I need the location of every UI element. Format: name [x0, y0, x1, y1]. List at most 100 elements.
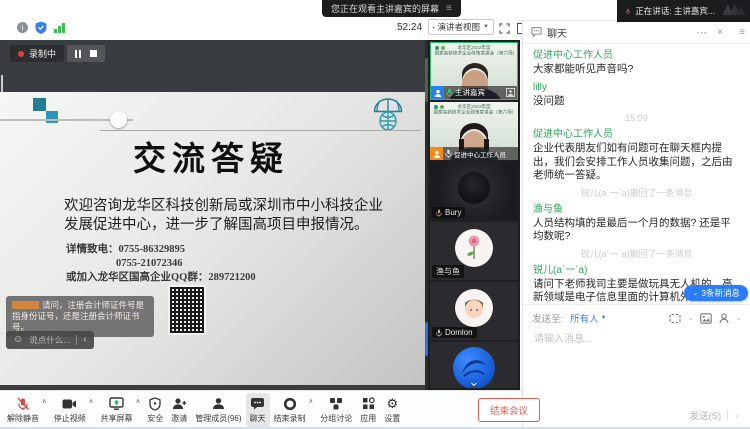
chat-compose-area: 发送至: 所有人 ▼ ⌄ ⌄	[523, 304, 750, 346]
scroll-more-chevron-icon[interactable]: ⌄	[469, 374, 480, 390]
watching-screen-banner: 您正在观看主讲嘉宾的屏幕 ≡	[322, 0, 461, 17]
slide-body-line: 发展促进中心，进一步了解国高项目申报情况。	[64, 216, 409, 235]
chevron-down-icon[interactable]: ⌄	[734, 411, 740, 419]
chevron-down-icon[interactable]: ⌄	[736, 315, 741, 322]
stop-video-button[interactable]: 停止视频	[50, 393, 90, 427]
chat-bubble-icon	[531, 27, 542, 37]
chat-icon	[250, 397, 265, 411]
stop-recording-button-toolbar[interactable]: 结束录制	[270, 393, 310, 427]
security-shield-icon	[149, 397, 161, 411]
mention-person-icon[interactable]	[719, 313, 729, 324]
participant-name: 渔与鱼	[436, 266, 460, 277]
slide-body: 欢迎咨询龙华区科技创新局或深圳市中小科技企业 发展促进中心，进一步了解国高项目申…	[64, 197, 409, 235]
video-tile-speaker[interactable]: 龙华区2022年度国家高新技术企业政策宣讲会（第六场） 主讲嘉宾	[430, 42, 518, 100]
security-button[interactable]: 安全	[143, 393, 167, 427]
speaking-mic-icon	[626, 6, 630, 17]
message-sender: 渔与鱼	[533, 204, 740, 216]
speaking-status-bar: 正在讲话: 主讲嘉宾...	[617, 0, 750, 22]
caption-sender-redacted	[12, 301, 39, 309]
mic-icon	[436, 329, 442, 337]
contact-phone-line2: 0755-21072346	[66, 257, 256, 271]
host-role-icon	[431, 86, 444, 99]
send-button-group[interactable]: 发送(S) ⌄	[689, 408, 740, 422]
close-icon[interactable]: ×	[717, 27, 723, 38]
share-screen-button[interactable]: 共享屏幕	[97, 393, 137, 427]
speaker-view-icon	[433, 23, 435, 32]
message-sender: 促进中心工作人员	[533, 129, 740, 141]
chevron-down-icon: ▼	[601, 315, 607, 321]
mic-icon	[436, 209, 442, 217]
slide-rule-line	[100, 130, 421, 131]
emoji-icon[interactable]: ☺	[13, 335, 23, 345]
divider	[76, 335, 77, 345]
screen-share-area: 录制中	[0, 40, 425, 390]
participant-name: Bury	[445, 208, 461, 217]
info-icon[interactable]: i	[17, 22, 28, 33]
breakout-rooms-button[interactable]: 分组讨论	[316, 393, 356, 427]
send-to-selector[interactable]: 所有人	[570, 311, 599, 325]
shield-health-icon[interactable]	[35, 21, 47, 39]
speaking-status-text: 正在讲话: 主讲嘉宾...	[635, 5, 715, 17]
stop-recording-button[interactable]	[90, 50, 97, 57]
meeting-toolbar: 解除静音 ∧ 停止视频 ∧ 共享屏幕 ∧ 安全 邀请	[0, 390, 522, 429]
participant-name: Domlon	[445, 328, 473, 337]
slide-body-line: 欢迎咨询龙华区科技创新局或深圳市中小科技企业	[64, 197, 409, 216]
image-icon[interactable]	[700, 313, 712, 324]
settings-button[interactable]: ⚙ 设置	[380, 393, 404, 427]
send-button-label[interactable]: 发送(S)	[689, 408, 721, 422]
video-tile-yuyuyu[interactable]: 渔与鱼	[430, 222, 518, 280]
chevron-down-icon: ⌄	[692, 289, 698, 297]
more-options-icon[interactable]: ⋯	[696, 26, 708, 39]
dark-avatar	[458, 172, 490, 204]
network-signal-icon[interactable]	[54, 23, 65, 33]
mic-muted-icon	[16, 397, 30, 411]
chat-message-list[interactable]: 促进中心工作人员 大家都能听见声音吗? lilly 没问题 15:09 促进中心…	[523, 44, 750, 304]
globe-logo-icon	[371, 97, 405, 138]
participants-strip: 龙华区2022年度国家高新技术企业政策宣讲会（第六场） 主讲嘉宾	[428, 40, 520, 390]
menu-icon[interactable]: ≡	[446, 3, 452, 14]
gear-icon: ⚙	[386, 397, 398, 411]
camera-icon	[62, 397, 77, 411]
scroll-mark	[1, 75, 3, 93]
apps-button[interactable]: 应用	[356, 393, 380, 427]
message-text: 企业代表朋友们如有问题可在聊天框内提出，我们会安排工作人员收集问题，之后由老师统…	[533, 142, 740, 183]
invite-button[interactable]: 邀请	[167, 393, 191, 427]
recall-notice: 锐儿(a`一´a)撤回了一条消息	[533, 187, 740, 199]
message-sender: lilly	[533, 82, 740, 94]
pin-video-icon[interactable]	[506, 88, 515, 97]
drag-handle-icon[interactable]: ≡	[739, 27, 745, 38]
message-text: 大家都能听见声音吗?	[533, 63, 740, 77]
new-messages-button[interactable]: ⌄ 3条新消息	[684, 285, 748, 301]
collapse-left-icon[interactable]: ‹	[83, 335, 86, 345]
recording-dot-icon	[18, 51, 24, 57]
chevron-down-icon[interactable]: ⌄	[688, 315, 693, 322]
meeting-logo-icon	[720, 2, 746, 21]
breakout-icon	[329, 397, 343, 411]
recall-notice: 锐儿(a`一´a)撤回了一条消息	[533, 248, 740, 260]
unmute-button[interactable]: 解除静音	[3, 393, 43, 427]
message-sender: 锐儿(a`一´a)	[533, 265, 740, 277]
recording-label: 录制中	[29, 47, 56, 60]
pause-recording-button[interactable]	[75, 50, 81, 58]
slide-deco-square	[46, 111, 58, 123]
video-tile-bury[interactable]: Bury	[430, 162, 518, 220]
message-text: 没问题	[533, 95, 740, 109]
apps-grid-icon	[362, 397, 375, 411]
slide-title: 交流答疑	[133, 132, 289, 180]
qr-code	[168, 285, 206, 335]
record-ring-icon	[283, 397, 297, 411]
chat-input[interactable]	[532, 333, 745, 346]
divider	[727, 410, 728, 420]
manage-members-button[interactable]: 管理成员(96)	[191, 393, 245, 427]
chat-header: 聊天 ⋯ × ≡	[523, 21, 750, 44]
caption-quick-input[interactable]: ☺ 说点什么... ‹	[6, 331, 94, 349]
new-messages-label: 3条新消息	[701, 287, 740, 299]
fullscreen-icon[interactable]	[499, 21, 510, 39]
video-tile-domlon[interactable]: Domlon	[430, 282, 518, 340]
end-meeting-button[interactable]: 结束会议	[478, 398, 540, 422]
screenshot-icon[interactable]	[669, 313, 681, 324]
view-mode-dropdown[interactable]: 演讲者视图 ▼	[428, 19, 494, 35]
slide-deco-circle	[110, 111, 127, 128]
video-tile-staff[interactable]: 龙华区2022年度国家高新技术企业政策宣讲会（第六场） 促进中心工作人员	[430, 102, 518, 160]
chat-button[interactable]: 聊天	[246, 393, 270, 427]
